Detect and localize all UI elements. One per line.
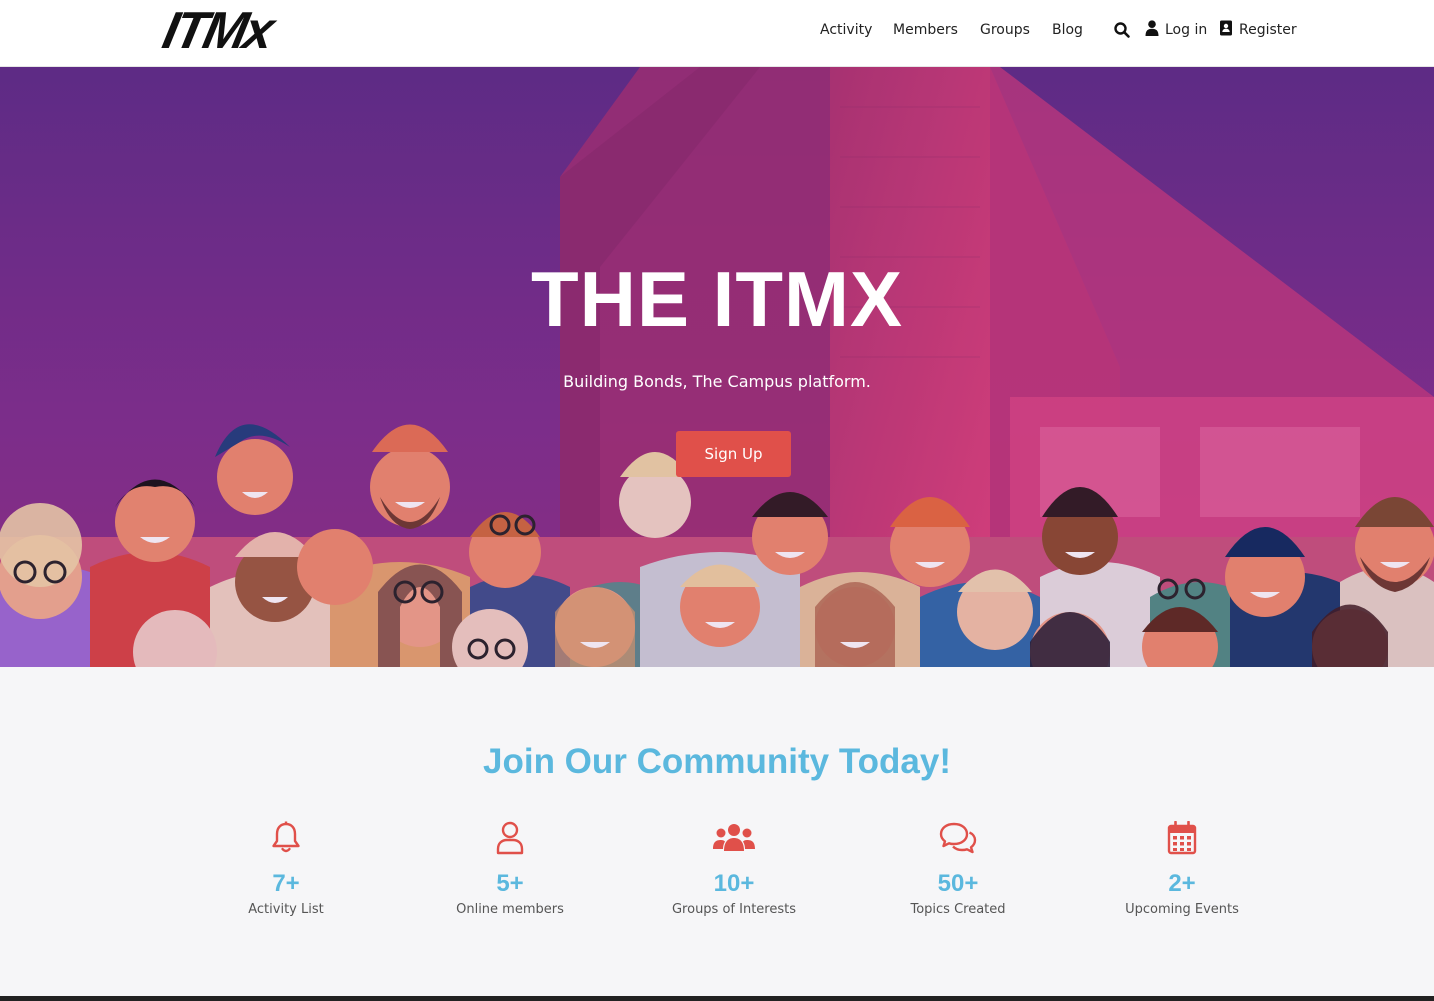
stat-label: Activity List	[248, 902, 324, 917]
hero-background-illustration	[0, 67, 1434, 667]
stat-groups-of-interests: 10+ Groups of Interests	[634, 820, 834, 919]
stat-online-members: 5+ Online members	[410, 820, 610, 919]
nav-item-blog: Blog	[1052, 18, 1083, 42]
calendar-icon	[1082, 820, 1282, 856]
community-heading: Join Our Community Today!	[483, 742, 951, 781]
nav-item-activity: Activity	[820, 18, 872, 42]
search-icon[interactable]	[1113, 21, 1131, 39]
stat-label: Groups of Interests	[671, 902, 796, 917]
site-header: ITMx Activity Members Groups Blog Log in…	[0, 0, 1434, 67]
stat-topics-created: 50+ Topics Created	[858, 820, 1058, 919]
stat-upcoming-events: 2+ Upcoming Events	[1082, 820, 1282, 919]
hero-subtitle: Building Bonds, The Campus platform.	[563, 372, 871, 391]
nav-item-members: Members	[893, 18, 958, 42]
nav-item-groups: Groups	[980, 18, 1030, 42]
address-book-icon	[1219, 20, 1233, 40]
bell-icon	[186, 820, 386, 856]
stat-label: Online members	[456, 902, 564, 917]
chat-bubbles-icon	[858, 820, 1058, 856]
nav-link-groups[interactable]: Groups	[980, 18, 1030, 42]
stat-label: Topics Created	[910, 902, 1006, 917]
nav-link-blog[interactable]: Blog	[1052, 18, 1083, 42]
user-icon	[1145, 20, 1159, 40]
footer-edge	[0, 996, 1434, 1001]
stat-value: 5+	[496, 870, 524, 897]
users-group-icon	[634, 820, 834, 856]
stat-value: 10+	[713, 870, 755, 897]
site-logo[interactable]: ITMx	[158, 2, 294, 60]
login-label: Log in	[1165, 22, 1208, 38]
logo-text: ITMx	[157, 2, 277, 60]
stat-label: Upcoming Events	[1125, 902, 1239, 917]
nav-link-activity[interactable]: Activity	[820, 18, 872, 42]
user-icon	[410, 820, 610, 856]
hero-banner: THE ITMX Building Bonds, The Campus plat…	[0, 67, 1434, 667]
hero-title: THE ITMX	[531, 255, 903, 343]
stat-activity-list: 7+ Activity List	[186, 820, 386, 919]
nav-link-members[interactable]: Members	[893, 18, 958, 42]
register-label: Register	[1239, 22, 1297, 38]
stat-value: 50+	[937, 870, 979, 897]
register-link[interactable]: Register	[1219, 18, 1297, 42]
login-link[interactable]: Log in	[1145, 18, 1207, 42]
sign-up-button[interactable]: Sign Up	[676, 431, 791, 477]
stat-value: 7+	[272, 870, 300, 897]
stat-value: 2+	[1168, 870, 1196, 897]
